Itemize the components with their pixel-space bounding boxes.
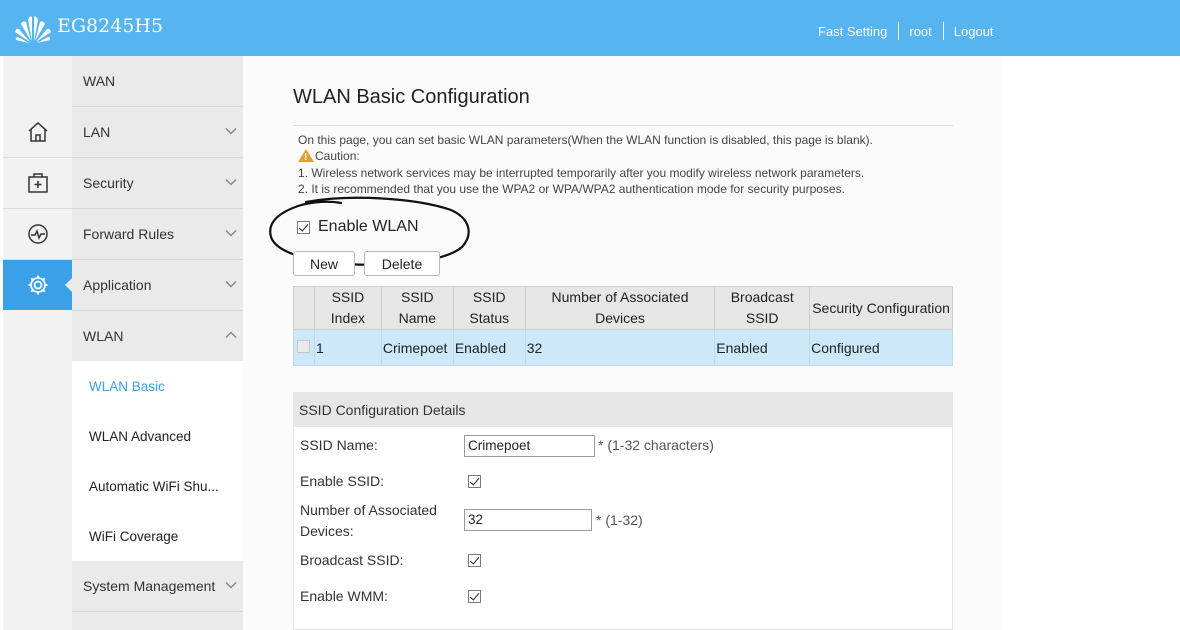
product-name: EG8245H5 (57, 15, 164, 37)
ssid-name-input[interactable]: Crimepoet (464, 435, 595, 457)
monitor-icon[interactable] (3, 209, 72, 259)
sidebar-item-wan[interactable]: WAN (72, 56, 243, 107)
table-cell: 32 (524, 329, 716, 366)
row-select-cell (293, 329, 315, 366)
ssid-name-hint: * (1-32 characters) (598, 437, 714, 453)
sidebar-item-forward-rules[interactable]: Forward Rules (72, 209, 243, 260)
link-separator (942, 22, 944, 40)
column-header: Number of Associated Devices (524, 286, 716, 330)
fast-setting-link[interactable]: Fast Setting (818, 24, 887, 39)
select-column-header (293, 286, 315, 330)
table-cell: 1 (313, 329, 382, 366)
column-header: Broadcast SSID (714, 286, 811, 330)
right-blank-pane (1003, 56, 1180, 630)
sidebar-item-system-management[interactable]: System Management (72, 561, 243, 612)
sidebar-subitem-wlan-basic[interactable]: WLAN Basic (72, 361, 243, 411)
sidebar-item-label: Security (83, 175, 134, 191)
enable-wlan-label: Enable WLAN (318, 218, 419, 235)
ssid-config-title: SSID Configuration Details (293, 392, 952, 427)
sidebar-item-label: LAN (83, 124, 111, 140)
assoc-devices-input[interactable]: 32 (464, 509, 592, 531)
table-cell: Configured (809, 329, 953, 366)
new-button[interactable]: New (293, 251, 355, 276)
title-divider (293, 125, 953, 126)
sidebar-item-application[interactable]: Application (72, 260, 243, 311)
sidebar-item-security[interactable]: Security (72, 158, 243, 209)
broadcast-ssid-checkbox[interactable] (468, 554, 481, 567)
chevron-down-icon (225, 280, 237, 288)
sidebar-item-label: WLAN (83, 328, 124, 344)
page-title: WLAN Basic Configuration (293, 86, 530, 108)
column-header: SSID Status (452, 286, 526, 330)
caution-label: Caution: (315, 149, 360, 164)
logout-link[interactable]: Logout (954, 24, 994, 39)
warning-icon (298, 149, 314, 167)
sidebar-subitem-wifi-coverage[interactable]: WiFi Coverage (72, 511, 243, 561)
chevron-down-icon (225, 229, 237, 237)
table-cell: Enabled (452, 329, 526, 366)
assoc-devices-hint: * (1-32) (596, 512, 643, 528)
enable-wlan-checkbox[interactable] (297, 220, 310, 234)
add-box-icon[interactable] (3, 158, 72, 208)
enable-ssid-label: Enable SSID: (300, 473, 385, 489)
sidebar-item-label: Forward Rules (83, 226, 175, 242)
home-icon[interactable] (3, 107, 72, 157)
caution-line: Caution: (298, 148, 958, 167)
chevron-down-icon (225, 127, 237, 135)
sidebar-item-wlan[interactable]: WLAN (72, 311, 243, 362)
row-checkbox[interactable] (297, 339, 311, 353)
sidebar-subitem-wlan-advanced[interactable]: WLAN Advanced (72, 411, 243, 461)
gear-icon[interactable] (3, 260, 73, 310)
ssid-name-label: SSID Name: (300, 437, 378, 453)
sidebar-item-label: WAN (83, 73, 116, 89)
column-header: Security Configuration (809, 286, 953, 330)
enable-ssid-checkbox[interactable] (468, 475, 481, 488)
column-header: SSID Name (380, 286, 454, 330)
notes-intro: On this page, you can set basic WLAN par… (298, 133, 873, 147)
sidebar-item-lan[interactable]: LAN (72, 107, 243, 158)
table-cell: Crimepoet (380, 329, 454, 366)
assoc-devices-label: Number of Associated Devices: (300, 502, 437, 539)
link-separator (898, 22, 900, 40)
column-header: SSID Index (313, 286, 382, 330)
huawei-logo (15, 16, 51, 43)
sidebar-subitem-automatic-wifi-shutdown[interactable]: Automatic WiFi Shu... (72, 461, 243, 511)
table-row[interactable]: 1 Crimepoet Enabled 32 Enabled Configure… (293, 329, 953, 366)
page-notes: On this page, you can set basic WLAN par… (298, 132, 958, 198)
chevron-down-icon (225, 581, 237, 589)
table-cell: Enabled (714, 329, 811, 366)
top-bar: EG8245H5 Fast Setting root Logout (0, 0, 1180, 56)
broadcast-ssid-label: Broadcast SSID: (300, 552, 404, 568)
delete-button[interactable]: Delete (364, 251, 440, 276)
chevron-up-icon (225, 331, 237, 339)
enable-wmm-checkbox[interactable] (468, 590, 481, 603)
sidebar-item-label: System Management (83, 578, 216, 594)
ssid-table-header: SSID Index SSID Name SSID Status Number … (293, 286, 953, 330)
notes-line-1: 1. Wireless network services may be inte… (298, 165, 865, 180)
ssid-table: SSID Index SSID Name SSID Status Number … (293, 286, 953, 366)
enable-wlan-row: Enable WLAN (297, 218, 419, 236)
chevron-down-icon (225, 178, 237, 186)
enable-wmm-label: Enable WMM: (300, 588, 388, 604)
top-links: Fast Setting root Logout (818, 22, 994, 40)
sidebar-item-label: Application (83, 277, 152, 293)
user-link[interactable]: root (909, 24, 931, 39)
